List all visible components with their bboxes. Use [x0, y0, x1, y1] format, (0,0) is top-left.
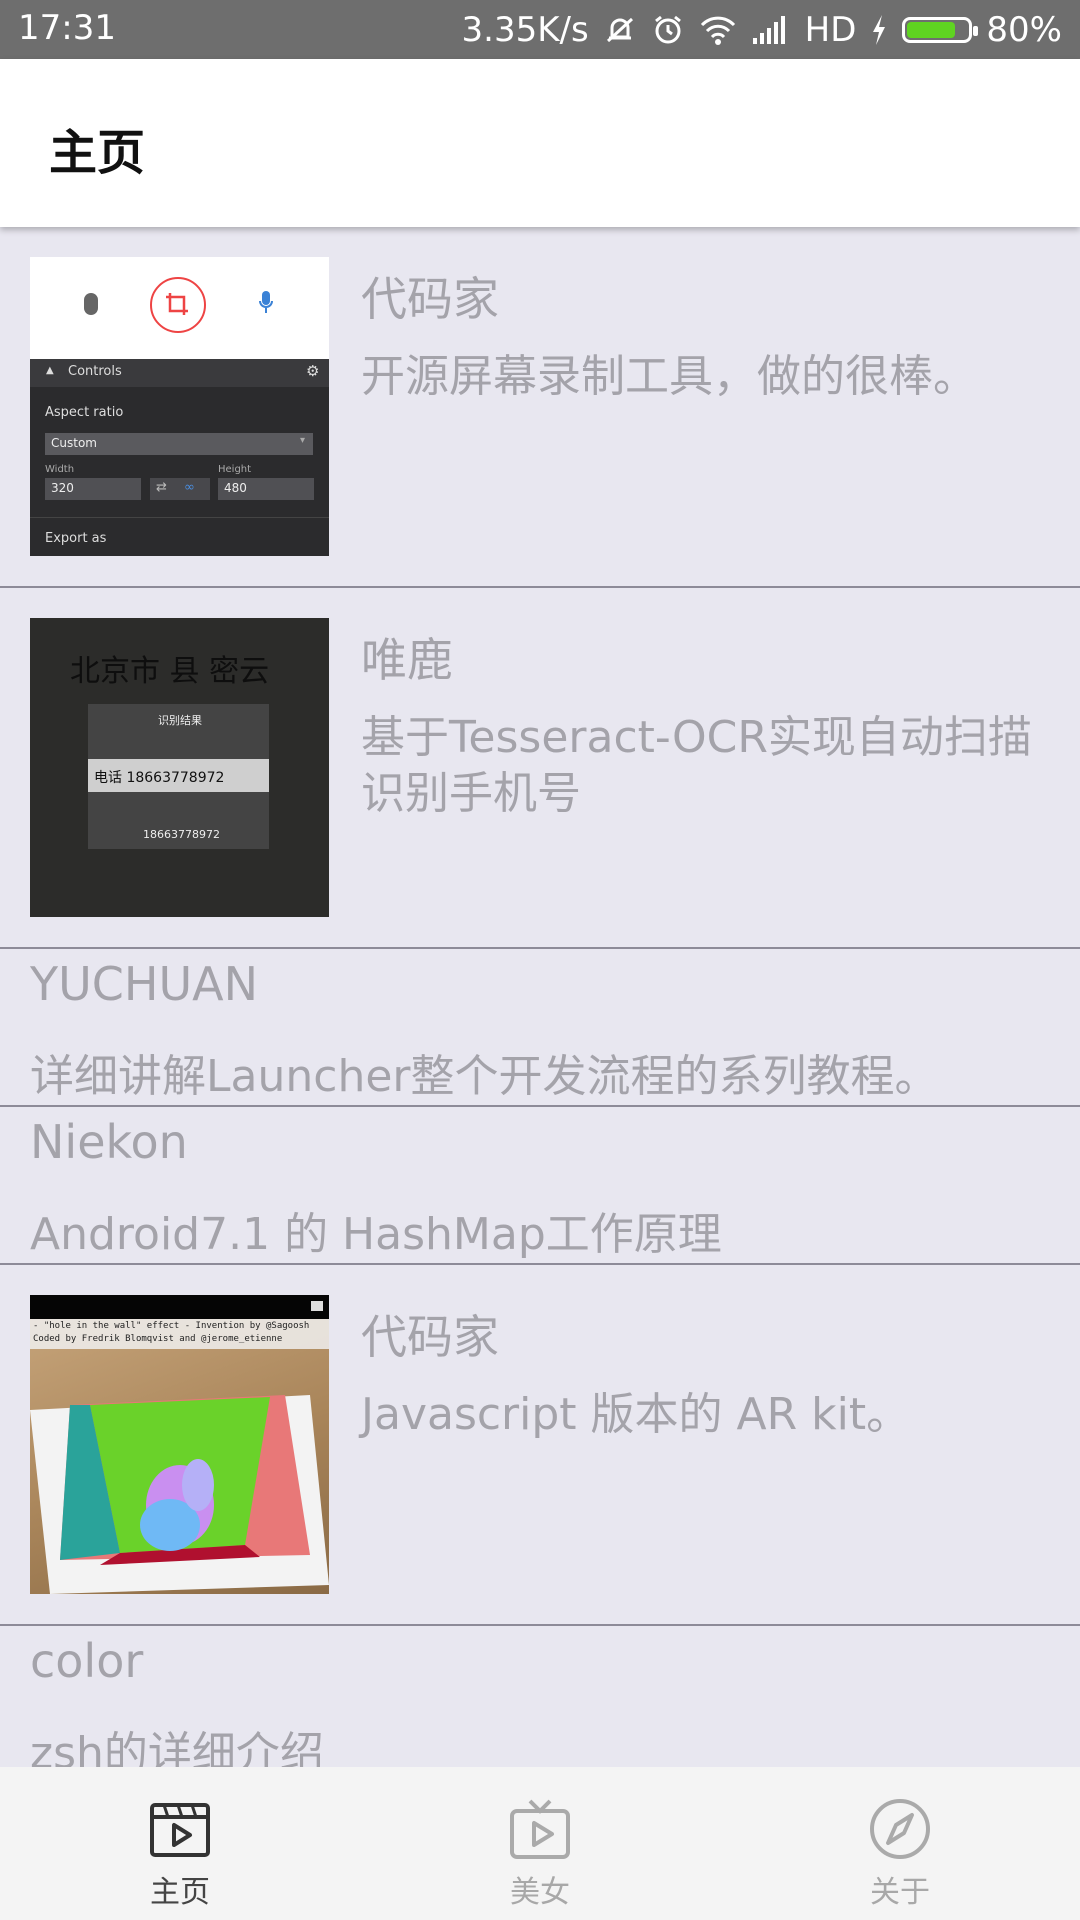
tab-label: 主页: [150, 1875, 210, 1910]
crop-icon: [150, 277, 206, 333]
item-author: 代码家: [361, 1310, 499, 1364]
battery-percent: 80%: [986, 10, 1062, 50]
height-label: Height: [218, 464, 252, 475]
status-icons: 3.35K/s HD 80%: [462, 8, 1063, 52]
net-speed: 3.35K/s: [461, 10, 589, 50]
signal-icon: [751, 14, 791, 46]
thumbnail-toolbar: [30, 257, 329, 359]
aspect-ratio-label: Aspect ratio: [45, 405, 124, 420]
aspect-select-value: Custom: [51, 436, 97, 450]
width-label: Width: [45, 464, 75, 475]
status-time: 17:31: [18, 8, 116, 48]
list-item[interactable]: 北京市 县 密云 识别结果 18663778972 电话 18663778972…: [0, 588, 1080, 949]
item-author: 唯鹿: [361, 633, 453, 687]
height-field: 480: [218, 478, 314, 500]
item-description: Javascript 版本的 AR kit。: [361, 1389, 911, 1440]
mic-icon: [259, 291, 273, 313]
app-bar: 主页: [0, 59, 1080, 227]
item-author: YUCHUAN: [30, 957, 259, 1011]
item-description: 详细讲解Launcher整个开发流程的系列教程。: [30, 1051, 939, 1102]
tab-home[interactable]: 主页: [0, 1767, 360, 1920]
item-description: zsh的详细介绍: [30, 1728, 324, 1767]
list-item[interactable]: color zsh的详细介绍: [0, 1626, 1080, 1767]
battery-icon: [902, 17, 979, 43]
compass-icon: [870, 1799, 930, 1859]
page-title: 主页: [49, 125, 146, 181]
ocr-result-number: 18663778972: [143, 828, 220, 841]
width-field: 320: [45, 478, 141, 500]
controls-header: ▲ Controls ⚙: [30, 359, 329, 387]
thumbnail-image: - "hole in the wall" effect - Invention …: [30, 1295, 329, 1594]
controls-label: Controls: [68, 364, 122, 379]
thumbnail-header: [30, 1295, 329, 1319]
tv-icon: [510, 1799, 570, 1859]
battery-level: [907, 22, 956, 38]
item-author: Niekon: [30, 1115, 188, 1169]
ocr-band-text: 电话 18663778972: [94, 770, 225, 786]
tab-about[interactable]: 关于: [720, 1767, 1080, 1920]
controls-panel: ▲ Controls ⚙ Aspect ratio Custom ▾ Width…: [30, 359, 329, 556]
charging-icon: [870, 13, 888, 47]
item-description: 开源屏幕录制工具，做的很棒。: [361, 351, 977, 402]
thumbnail-text: 北京市 县 密云: [70, 654, 270, 689]
height-value: 480: [224, 481, 247, 495]
item-description: 基于Tesseract-OCR实现自动扫描识别手机号: [361, 712, 1032, 819]
aspect-select: Custom ▾: [45, 433, 313, 455]
thumbnail-caption: - "hole in the wall" effect - Invention …: [33, 1321, 310, 1331]
bottom-nav: 主页 美女 关于: [0, 1767, 1080, 1920]
status-bar: 17:31 3.35K/s HD 80%: [0, 0, 1080, 59]
list-item[interactable]: - "hole in the wall" effect - Invention …: [0, 1265, 1080, 1626]
item-description: Android7.1 的 HashMap工作原理: [30, 1209, 722, 1260]
gear-icon: ⚙: [306, 362, 320, 380]
thumbnail-image: 北京市 县 密云 识别结果 18663778972 电话 18663778972: [30, 618, 329, 917]
tab-label: 关于: [870, 1875, 930, 1910]
list-item[interactable]: ▲ Controls ⚙ Aspect ratio Custom ▾ Width…: [0, 227, 1080, 588]
tab-label: 美女: [510, 1875, 570, 1910]
network-type: HD: [804, 10, 857, 50]
ocr-scan-band: 电话 18663778972: [88, 759, 269, 792]
wifi-icon: [699, 13, 737, 47]
film-icon: [150, 1803, 210, 1857]
list-item[interactable]: YUCHUAN 详细讲解Launcher整个开发流程的系列教程。: [0, 949, 1080, 1107]
link-icon: ⇄ ∞: [150, 478, 210, 500]
article-list[interactable]: ▲ Controls ⚙ Aspect ratio Custom ▾ Width…: [0, 227, 1080, 1767]
tab-beauty[interactable]: 美女: [360, 1767, 720, 1920]
item-author: 代码家: [361, 272, 499, 326]
export-label: Export as: [45, 531, 107, 546]
thumbnail-image: ▲ Controls ⚙ Aspect ratio Custom ▾ Width…: [30, 257, 329, 556]
thumbnail-caption: Coded by Fredrik Blomqvist and @jerome_e…: [33, 1334, 283, 1344]
ocr-result-title: 识别结果: [158, 714, 202, 727]
item-author: color: [30, 1634, 144, 1688]
mouse-icon: [84, 293, 98, 315]
list-item[interactable]: Niekon Android7.1 的 HashMap工作原理: [0, 1107, 1080, 1265]
width-value: 320: [51, 481, 74, 495]
mute-icon: [603, 13, 637, 47]
alarm-icon: [651, 13, 685, 47]
